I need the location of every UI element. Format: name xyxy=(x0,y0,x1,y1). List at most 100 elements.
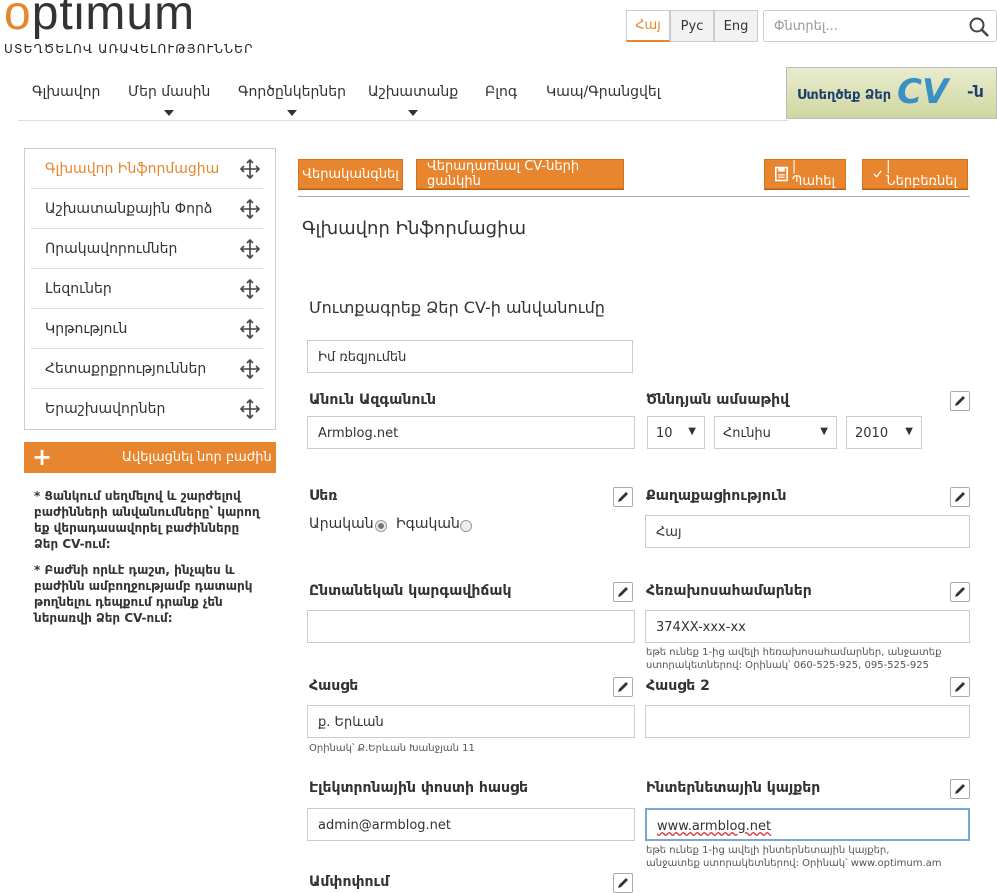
nav-partners[interactable]: Գործընկերներ xyxy=(238,84,346,116)
move-icon[interactable] xyxy=(239,198,261,220)
move-icon[interactable] xyxy=(239,358,261,380)
lang-en[interactable]: Eng xyxy=(714,10,758,42)
edit-web-button[interactable] xyxy=(950,779,970,799)
phone-label: Հեռախոսահամարներ xyxy=(646,583,812,599)
nav-about[interactable]: Մեր մասին xyxy=(128,84,211,116)
dob-month-select[interactable]: Հունիս ▼ xyxy=(714,416,837,449)
web-input-value: www.armblog.net xyxy=(657,819,772,834)
move-icon[interactable] xyxy=(239,238,261,260)
name-input[interactable]: Armblog.net xyxy=(307,416,635,449)
lang-hy[interactable]: Հայ xyxy=(626,10,670,42)
section-item[interactable]: Որակավորումներ xyxy=(31,229,263,269)
nav-contact[interactable]: Կապ/Գրանցվել xyxy=(546,84,661,100)
section-item[interactable]: Աշխատանքային Փորձ xyxy=(31,189,263,229)
banner-cv: CV xyxy=(897,72,949,112)
gender-label: Սեռ xyxy=(309,488,338,504)
dob-day-select[interactable]: 10 ▼ xyxy=(647,416,705,449)
phone-input[interactable]: 374XX-xxx-xx xyxy=(645,610,970,643)
pencil-icon xyxy=(955,587,965,597)
main-nav: Գլխավոր Մեր մասին Գործընկերներ Աշխատանք … xyxy=(18,70,788,120)
chevron-down-icon xyxy=(164,110,175,116)
dropdown-arrow-icon: ▼ xyxy=(905,426,913,437)
pencil-icon xyxy=(955,682,965,692)
reset-button[interactable]: Վերականգնել xyxy=(298,159,403,189)
add-section-label: Ավելացնել նոր բաժին xyxy=(122,450,272,465)
nav-blog[interactable]: Բլոգ xyxy=(485,84,517,100)
dob-day-value: 10 xyxy=(656,426,673,441)
nav-home[interactable]: Գլխավոր xyxy=(32,84,100,100)
marital-label: Ընտանեկան կարգավիճակ xyxy=(309,583,512,599)
add-section-button[interactable]: + Ավելացնել նոր բաժին xyxy=(24,442,276,473)
move-icon[interactable] xyxy=(239,158,261,180)
create-cv-banner[interactable]: Ստեղծեք Ձեր CV -ն xyxy=(786,67,997,119)
download-label: | Ներբեռնել xyxy=(886,159,957,189)
checkmark-icon xyxy=(873,170,882,178)
search-icon[interactable] xyxy=(968,16,990,38)
address2-input[interactable] xyxy=(645,705,970,738)
dob-year-select[interactable]: 2010 ▼ xyxy=(846,416,922,449)
save-label: | Պահել xyxy=(791,159,835,189)
web-label: Ինտերնետային կայքեր xyxy=(646,780,821,796)
citizenship-input[interactable]: Հայ xyxy=(645,515,970,548)
section-item[interactable]: Երաշխավորներ xyxy=(31,389,263,429)
cv-name-label: Մուտքագրեք Ձեր CV-ի անվանումը xyxy=(309,298,605,317)
banner-text: Ստեղծեք Ձեր xyxy=(797,88,892,103)
section-item[interactable]: Լեզուներ xyxy=(31,269,263,309)
gender-female-radio[interactable] xyxy=(460,520,472,532)
section-item[interactable]: Կրթություն xyxy=(31,309,263,349)
web-hint: եթե ունեք 1-ից ավելի ինտերնետային կայքեր… xyxy=(646,845,942,869)
edit-address2-button[interactable] xyxy=(950,677,970,697)
page-title: Գլխավոր Ինֆորմացիա xyxy=(302,218,527,239)
section-list: Գլխավոր Ինֆորմացիա Աշխատանքային Փորձ Որա… xyxy=(24,148,276,430)
nav-contact-label: Կապ/Գրանցվել xyxy=(546,84,661,100)
nav-home-label: Գլխավոր xyxy=(32,84,101,100)
section-item-label: Հետաքրքրություններ xyxy=(45,361,207,377)
save-button[interactable]: | Պահել xyxy=(764,159,846,189)
edit-gender-button[interactable] xyxy=(613,487,633,507)
section-item-label: Լեզուներ xyxy=(45,281,112,297)
logo[interactable]: optimum xyxy=(4,0,195,41)
chevron-down-icon xyxy=(287,110,297,116)
dropdown-arrow-icon: ▼ xyxy=(820,426,828,437)
plus-icon: + xyxy=(32,443,53,471)
move-icon[interactable] xyxy=(239,318,261,340)
edit-phone-button[interactable] xyxy=(950,582,970,602)
address-hint: Օրինակ՝ Ք.Երևան Խանջյան 11 xyxy=(309,743,475,754)
section-item-label: Կրթություն xyxy=(45,321,128,337)
citizenship-label: Քաղաքացիություն xyxy=(646,488,787,504)
address-input[interactable]: ք. Երևան xyxy=(307,705,635,738)
dob-month-value: Հունիս xyxy=(723,426,771,441)
edit-address-button[interactable] xyxy=(613,677,633,697)
pencil-icon xyxy=(955,396,965,406)
nav-jobs[interactable]: Աշխատանք xyxy=(368,84,458,116)
edit-citizenship-button[interactable] xyxy=(950,487,970,507)
pencil-icon xyxy=(618,587,628,597)
pencil-icon xyxy=(955,492,965,502)
section-item-label: Աշխատանքային Փորձ xyxy=(45,201,213,217)
marital-input[interactable] xyxy=(307,610,635,643)
nav-about-label: Մեր մասին xyxy=(128,84,211,100)
email-input[interactable]: admin@armblog.net xyxy=(307,808,635,841)
nav-divider xyxy=(18,120,788,121)
move-icon[interactable] xyxy=(239,398,261,420)
edit-marital-button[interactable] xyxy=(613,582,633,602)
banner-suffix: -ն xyxy=(967,82,984,101)
back-to-list-button[interactable]: Վերադառնալ CV-ների ցանկին xyxy=(416,159,624,189)
dob-year-value: 2010 xyxy=(855,426,889,441)
logo-text: ptimum xyxy=(31,0,196,40)
edit-summary-button[interactable] xyxy=(613,873,633,893)
section-item[interactable]: Հետաքրքրություններ xyxy=(31,349,263,389)
section-item[interactable]: Գլխավոր Ինֆորմացիա xyxy=(31,149,263,189)
web-input[interactable]: www.armblog.net xyxy=(645,808,970,841)
pencil-icon xyxy=(618,682,628,692)
cv-name-input[interactable]: Իմ ռեզյումեն xyxy=(307,340,633,373)
sidebar-note: * Բաժնի որևէ դաշտ, ինչպես և բաժինն ամբող… xyxy=(34,563,253,625)
address2-label: Հասցե 2 xyxy=(646,678,710,694)
move-icon[interactable] xyxy=(239,278,261,300)
search-input[interactable]: Փնտրել... xyxy=(763,10,997,42)
edit-dob-button[interactable] xyxy=(950,391,970,411)
download-button[interactable]: | Ներբեռնել xyxy=(862,159,968,189)
gender-male-radio[interactable] xyxy=(375,520,387,532)
lang-ru[interactable]: Рус xyxy=(670,10,714,42)
logo-o: o xyxy=(4,0,32,40)
